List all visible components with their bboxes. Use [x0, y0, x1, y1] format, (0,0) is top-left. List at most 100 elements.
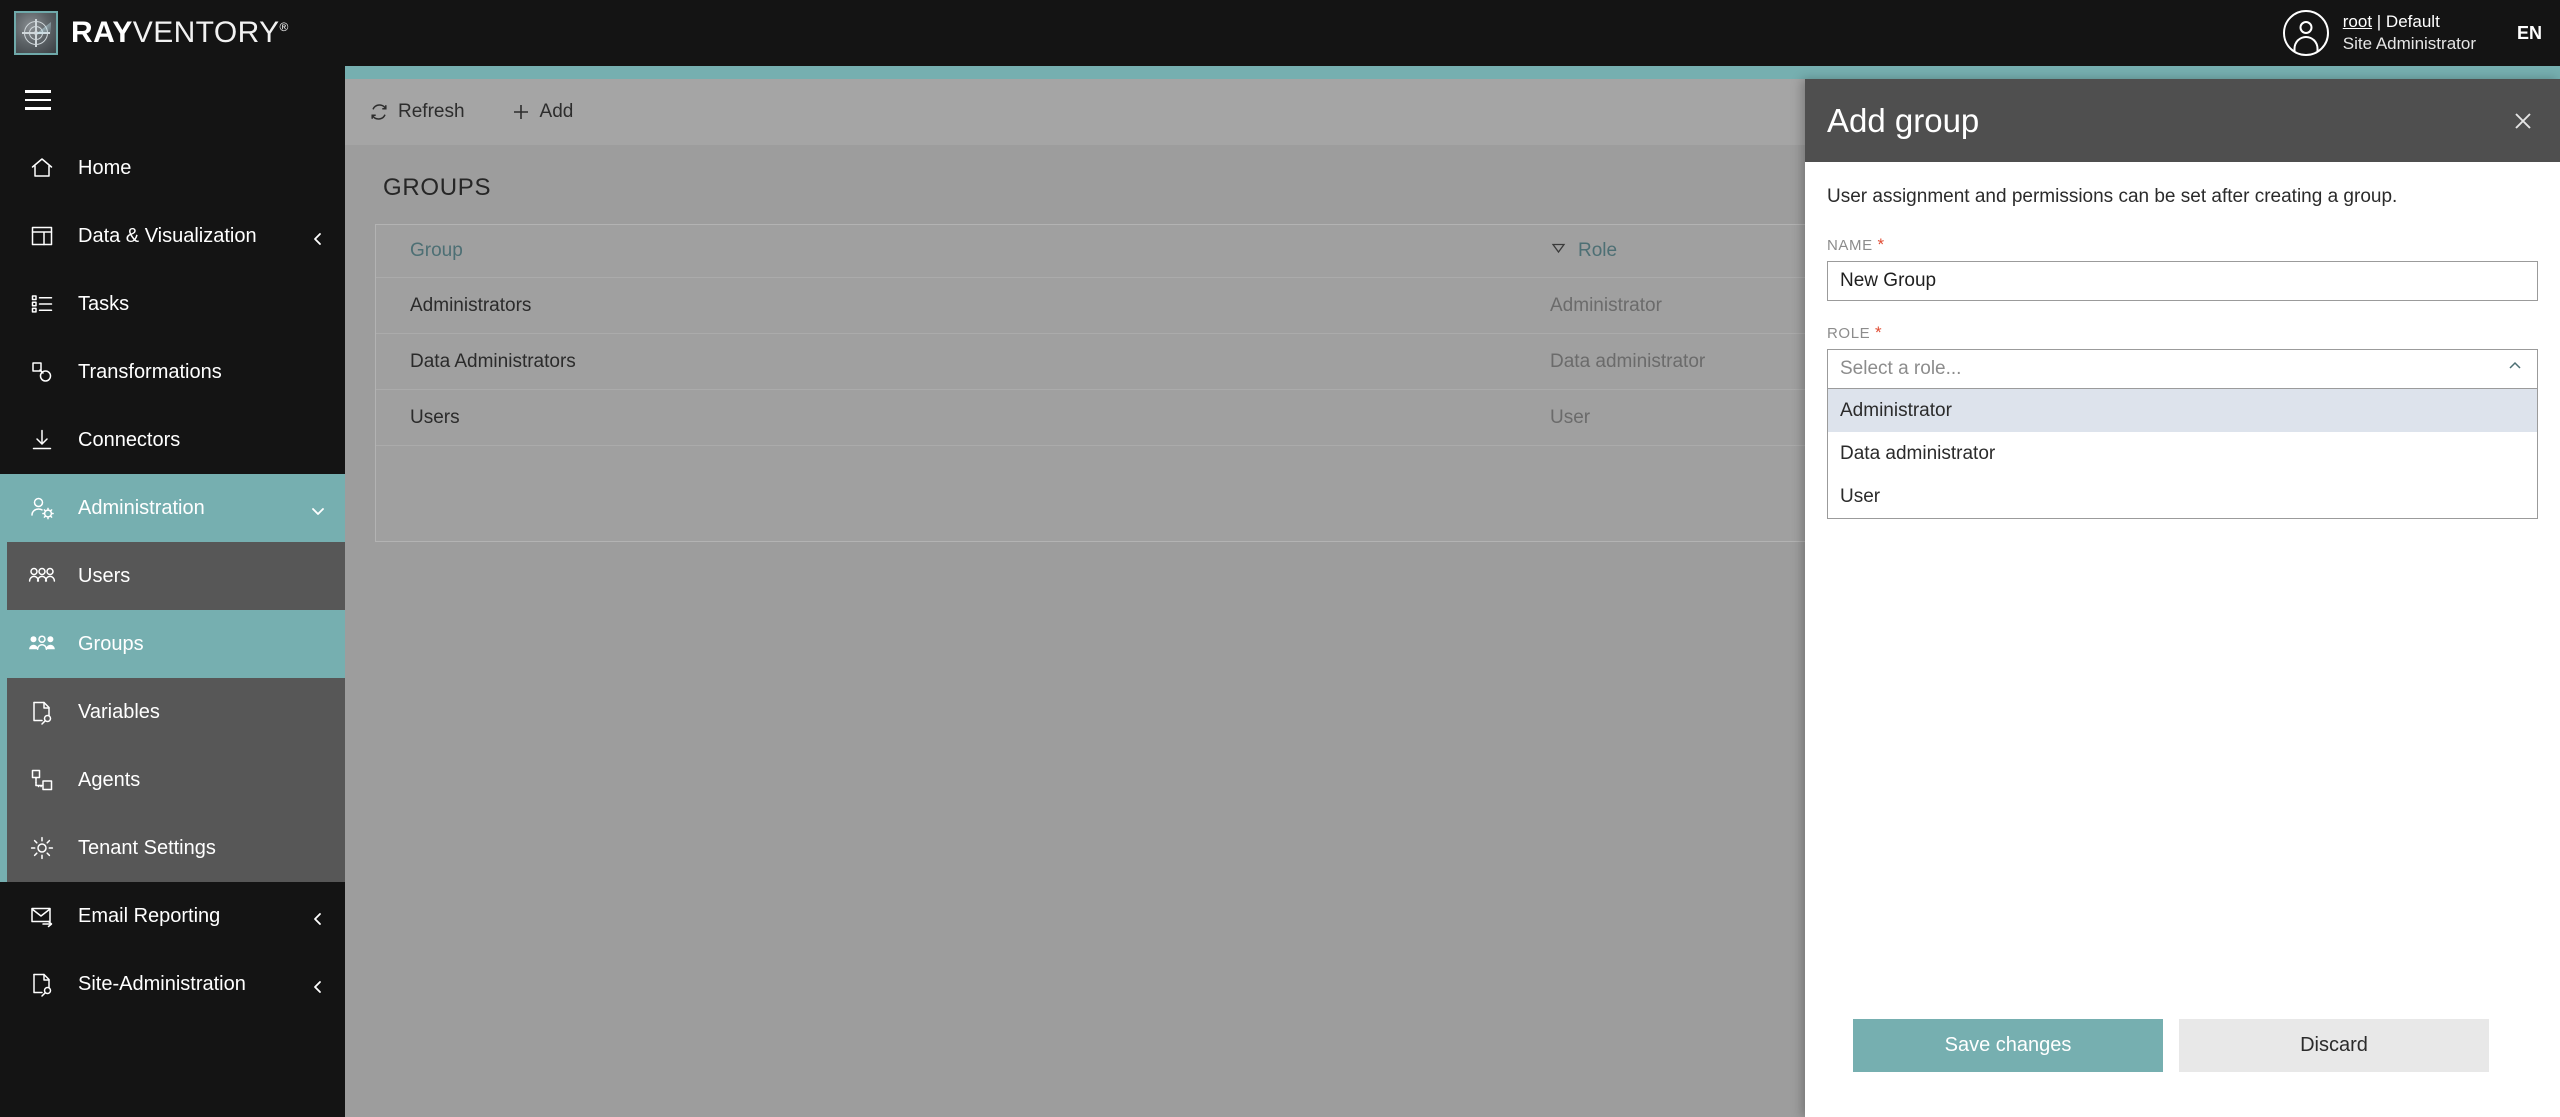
agents-icon: [25, 765, 59, 795]
sidebar-item-agents[interactable]: Agents: [0, 746, 345, 814]
sidebar-item-users[interactable]: Users: [0, 542, 345, 610]
sidebar-item-variables[interactable]: Variables: [0, 678, 345, 746]
panel-header: Add group: [1805, 79, 2560, 162]
name-input[interactable]: [1827, 261, 2538, 301]
hamburger-menu-icon[interactable]: [0, 66, 345, 134]
column-header-role: Role: [1578, 240, 1618, 261]
sidebar-item-label: Users: [78, 564, 131, 587]
panel-description: User assignment and permissions can be s…: [1827, 186, 2398, 207]
admin-gear-icon: [25, 493, 59, 523]
home-icon: [25, 153, 59, 183]
chevron-left-icon[interactable]: [311, 909, 325, 925]
sidebar-item-label: Site-Administration: [78, 972, 246, 995]
add-label: Add: [539, 101, 574, 122]
chevron-up-icon[interactable]: [2507, 358, 2523, 380]
save-changes-button[interactable]: Save changes: [1853, 1019, 2163, 1072]
required-asterisk: *: [1875, 323, 1883, 342]
plus-icon: [511, 102, 531, 122]
sidebar-item-label: Transformations: [78, 360, 222, 383]
name-field-label: NAME *: [1827, 235, 2538, 255]
refresh-label: Refresh: [398, 101, 465, 122]
gear-icon: [25, 833, 59, 863]
email-icon: [25, 901, 59, 931]
avatar: [2282, 10, 2329, 56]
list-icon: [25, 289, 59, 319]
role-select-placeholder: Select a role...: [1840, 358, 1962, 379]
sidebar-item-tasks[interactable]: Tasks: [0, 270, 345, 338]
role-option[interactable]: Administrator: [1828, 389, 2537, 432]
name-field-block: NAME *: [1827, 235, 2538, 301]
cell-role: User: [1550, 406, 1591, 428]
sidebar-item-label: Email Reporting: [78, 904, 221, 927]
role-options-list: Administrator Data administrator User: [1827, 389, 2538, 519]
discard-button[interactable]: Discard: [2179, 1019, 2489, 1072]
role-option[interactable]: User: [1828, 475, 2537, 518]
sidebar-item-label: Agents: [78, 768, 141, 791]
top-header-bar: RAYVENTORY® root | Default Site Administ…: [0, 0, 2560, 66]
role-select[interactable]: Select a role...: [1827, 349, 2538, 389]
close-icon[interactable]: [2508, 106, 2538, 136]
refresh-button[interactable]: Refresh: [369, 101, 465, 123]
sidebar-item-label: Tasks: [78, 292, 130, 315]
groups-icon: [25, 629, 59, 659]
sidebar-items-list: Home Data & Visualization Tasks Transformat…: [0, 134, 345, 1018]
sidebar-item-label: Tenant Settings: [78, 836, 216, 859]
sidebar-item-label: Connectors: [78, 428, 181, 451]
sidebar-item-label: Groups: [78, 632, 144, 655]
panel-body: User assignment and permissions can be s…: [1805, 162, 2560, 1007]
chevron-left-icon[interactable]: [311, 977, 325, 993]
brand-logo-area[interactable]: RAYVENTORY®: [14, 11, 289, 55]
sidebar-item-transformations[interactable]: Transformations: [0, 338, 345, 406]
cell-group: Administrators: [410, 294, 532, 316]
cell-role: Administrator: [1550, 294, 1662, 316]
user-name-link[interactable]: root: [2343, 12, 2372, 31]
refresh-icon: [369, 102, 389, 122]
cell-role: Data administrator: [1550, 350, 1706, 372]
chevron-left-icon[interactable]: [311, 229, 325, 245]
sidebar-item-label: Home: [78, 156, 132, 179]
transform-icon: [25, 357, 59, 387]
panel-title: Add group: [1827, 101, 1980, 139]
panel-footer: Save changes Discard: [1805, 1007, 2560, 1117]
sidebar-item-site-administration[interactable]: Site-Administration: [0, 950, 345, 1018]
cell-group: Data Administrators: [410, 350, 576, 372]
column-header-group[interactable]: Group: [410, 240, 1550, 262]
user-info: root | Default Site Administrator: [2343, 11, 2476, 56]
cell-group: Users: [410, 406, 460, 428]
add-group-panel: Add group User assignment and permission…: [1805, 79, 2560, 1117]
user-tenant: | Default: [2372, 11, 2440, 31]
chevron-down-icon[interactable]: [311, 501, 325, 515]
sidebar-item-tenant-settings[interactable]: Tenant Settings: [0, 814, 345, 882]
users-icon: [25, 561, 59, 591]
role-field-label: ROLE *: [1827, 323, 2538, 343]
add-button[interactable]: Add: [511, 101, 574, 123]
sidebar-item-administration[interactable]: Administration: [0, 474, 345, 542]
sidebar-item-connectors[interactable]: Connectors: [0, 406, 345, 474]
name-label-text: NAME: [1827, 237, 1873, 254]
sidebar-item-label: Data & Visualization: [78, 224, 257, 247]
rayventory-radar-logo-icon: [14, 11, 58, 55]
brand-strong: RAY: [71, 16, 133, 49]
accent-strip: [0, 66, 2560, 79]
sidebar-item-label: Administration: [78, 496, 205, 519]
role-option[interactable]: Data administrator: [1828, 432, 2537, 475]
download-icon: [25, 425, 59, 455]
brand-registered-mark: ®: [279, 20, 289, 34]
app-root: RAYVENTORY® root | Default Site Administ…: [0, 0, 2560, 1117]
sidebar-item-home[interactable]: Home: [0, 134, 345, 202]
user-account-area[interactable]: root | Default Site Administrator: [2282, 0, 2476, 66]
dashboard-icon: [25, 221, 59, 251]
sidebar-item-groups[interactable]: Groups: [0, 610, 345, 678]
user-name-line: root | Default: [2343, 11, 2476, 33]
sort-filter-icon[interactable]: [1550, 240, 1567, 263]
required-asterisk: *: [1877, 235, 1885, 254]
sidebar-item-label: Variables: [78, 700, 160, 723]
variables-icon: [25, 697, 59, 727]
role-field-block: ROLE * Select a role... Administrator Dat…: [1827, 323, 2538, 519]
column-header-role-wrap[interactable]: Role: [1550, 240, 1617, 263]
sidebar-item-data-visualization[interactable]: Data & Visualization: [0, 202, 345, 270]
language-selector[interactable]: EN: [2517, 0, 2542, 66]
sidebar-navigation: Home Data & Visualization Tasks Transformat…: [0, 66, 345, 1117]
sidebar-item-email-reporting[interactable]: Email Reporting: [0, 882, 345, 950]
user-role-line: Site Administrator: [2342, 34, 2476, 53]
